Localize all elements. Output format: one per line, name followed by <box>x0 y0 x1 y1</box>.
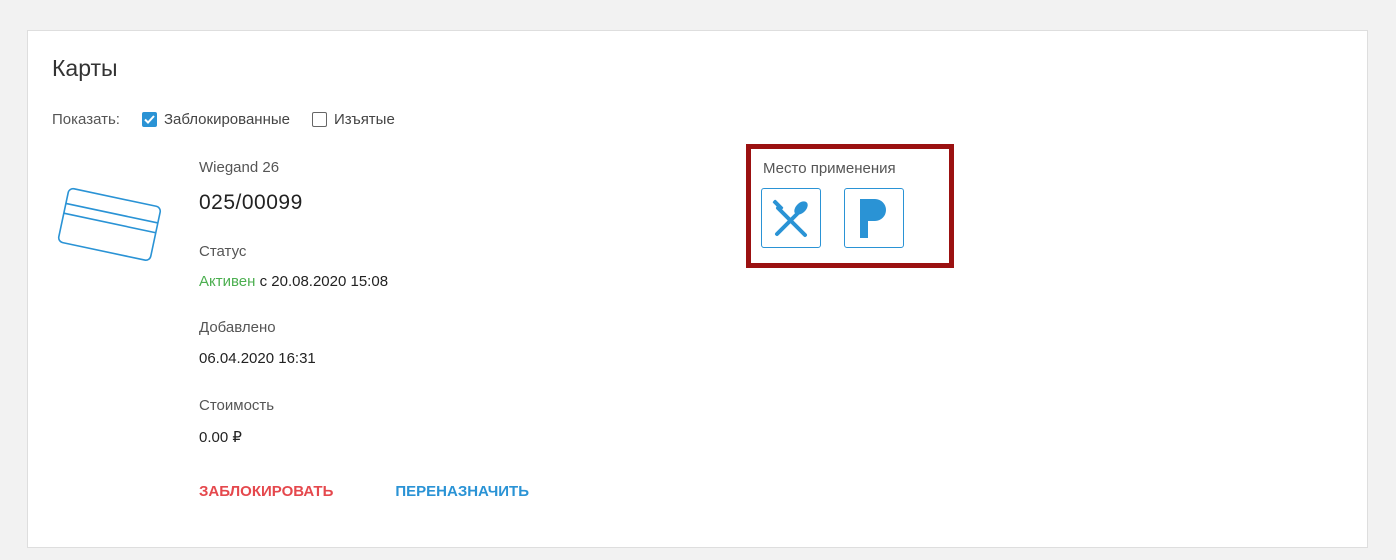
status-value: Активен с 20.08.2020 15:08 <box>199 273 388 290</box>
checkmark-icon <box>144 114 155 124</box>
card-type: Wiegand 26 <box>199 159 280 176</box>
filter-seized[interactable]: Изъятые <box>311 110 395 128</box>
card-icon <box>55 177 165 267</box>
blocked-checkbox[interactable] <box>141 111 157 127</box>
block-button[interactable]: ЗАБЛОКИРОВАТЬ <box>199 483 333 500</box>
cards-panel: Карты Показать: Заблокированные Изъятые <box>27 30 1368 548</box>
filter-bar: Показать: Заблокированные Изъятые <box>52 109 417 129</box>
usage-label: Место применения <box>763 160 896 177</box>
usage-place-section: Место применения <box>746 144 954 268</box>
seized-checkbox[interactable] <box>311 111 327 127</box>
reassign-button[interactable]: ПЕРЕНАЗНАЧИТЬ <box>395 483 529 500</box>
added-label: Добавлено <box>199 319 276 336</box>
cost-label: Стоимость <box>199 397 275 414</box>
status-label: Статус <box>199 243 247 260</box>
filter-blocked[interactable]: Заблокированные <box>141 110 290 128</box>
blocked-label: Заблокированные <box>163 110 290 128</box>
food-usage-button[interactable] <box>761 188 821 248</box>
parking-usage-button[interactable] <box>844 188 904 248</box>
page-title: Карты <box>52 55 118 81</box>
cost-value: 0.00 ₽ <box>199 429 242 446</box>
card-actions: ЗАБЛОКИРОВАТЬ ПЕРЕНАЗНАЧИТЬ <box>199 483 529 500</box>
status-since: с 20.08.2020 15:08 <box>255 273 389 290</box>
card-number: 025/00099 <box>199 191 303 214</box>
seized-label: Изъятые <box>333 110 395 128</box>
parking-icon <box>860 199 886 238</box>
show-label: Показать: <box>52 110 120 128</box>
status-active: Активен <box>199 273 256 290</box>
fork-spoon-icon <box>772 199 808 237</box>
added-value: 06.04.2020 16:31 <box>199 350 316 367</box>
